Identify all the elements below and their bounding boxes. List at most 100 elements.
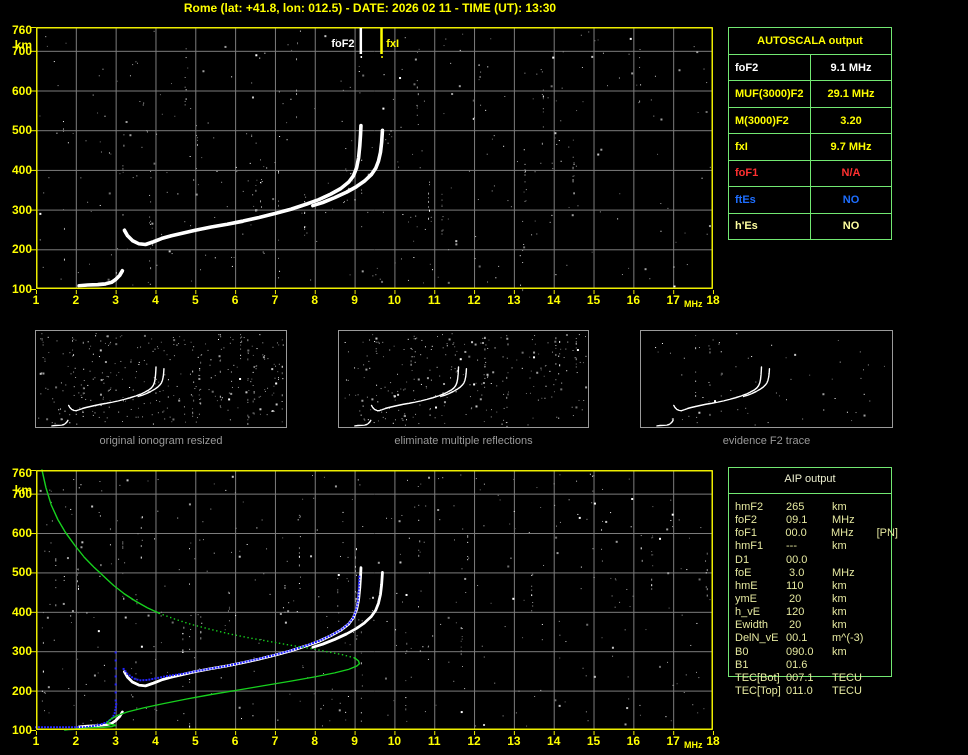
x-tick-label-8: 8 [311, 734, 319, 748]
aip-unit: km [832, 606, 847, 619]
x-tick-label-10: 10 [387, 293, 402, 307]
x-tick-label-12: 12 [467, 293, 481, 307]
aip-label: h_vE [735, 606, 761, 619]
thumbnail-caption: eliminate multiple reflections [394, 435, 533, 447]
aip-value: 20 [786, 592, 802, 605]
aip-extra [868, 606, 878, 619]
autoscala-table-header: AUTOSCALA output [729, 28, 891, 55]
aip-label: DelN_vE [735, 632, 779, 645]
y-tick-label-100: 100 [11, 282, 32, 296]
fxi-marker-label: fxI [386, 38, 400, 50]
aip-value: 20 [786, 619, 802, 632]
x-tick-label-5: 5 [191, 734, 199, 748]
x-tick-label-4: 4 [152, 734, 159, 748]
aip-unit: km [832, 592, 847, 605]
autoscala-row-fxi: fxI 9.7 MHz [729, 134, 891, 161]
x-tick-label-5: 5 [191, 293, 199, 307]
autoscala-row-value: 3.20 [840, 114, 862, 127]
x-tick-label-14: 14 [547, 734, 561, 748]
x-tick-label-14: 14 [547, 293, 561, 307]
aip-unit: km [832, 645, 847, 658]
aip-value: 00.0 [786, 553, 808, 566]
y-tick-label-600: 600 [11, 83, 32, 98]
autoscala-output-table: AUTOSCALA output foF2 9.1 MHz MUF(3000)F2 2… [728, 27, 892, 240]
mhz-axis-label: MHz [684, 740, 703, 750]
autoscala-row-value: 9.7 MHz [830, 140, 872, 153]
aip-label: B0 [735, 645, 749, 658]
y-tick-label-760: 760 [11, 23, 32, 37]
aip-value: 007.1 [786, 671, 814, 684]
x-tick-label-8: 8 [311, 293, 319, 307]
x-tick-label-15: 15 [586, 293, 601, 307]
x-tick-label-16: 16 [626, 293, 641, 307]
autoscala-row-ftes: ftEs NO [729, 187, 891, 214]
x-tick-label-6: 6 [231, 734, 239, 748]
aip-value: 00.1 [786, 632, 808, 645]
aip-unit: km [832, 540, 847, 553]
aip-value: 011.0 [786, 684, 813, 697]
aip-label: ymE [735, 592, 757, 605]
y-tick-label-600: 600 [11, 526, 32, 541]
aip-value: 120 [786, 606, 805, 619]
x-tick-label-13: 13 [507, 293, 521, 307]
aip-value: 3.0 [786, 566, 805, 579]
aip-value: 09.1 [786, 514, 808, 527]
page-title: Rome (lat: +41.8, lon: 012.5) - DATE: 20… [183, 1, 557, 15]
aip-extra [868, 685, 878, 698]
aip-value: 00.0 [785, 527, 807, 540]
y-tick-label-200: 200 [11, 683, 32, 698]
autoscala-row-value: NO [842, 220, 860, 233]
x-tick-label-11: 11 [427, 734, 441, 748]
thumbnail-caption: original ionogram resized [99, 435, 223, 447]
x-tick-label-13: 13 [507, 734, 521, 748]
aip-row-d1: D1 00.0 [728, 554, 898, 567]
aip-row-fof1: foF1 00.0 MHz [PN] [728, 527, 898, 540]
x-tick-label-11: 11 [427, 293, 441, 307]
aip-label: foF1 [735, 527, 758, 540]
aip-unit: TECU [832, 684, 862, 697]
x-tick-label-18: 18 [706, 734, 720, 748]
aip-label: foF2 [735, 514, 758, 527]
aip-unit [818, 554, 868, 567]
aip-header-divider [728, 493, 892, 494]
aip-extra [868, 567, 878, 580]
x-tick-label-17: 17 [666, 293, 680, 307]
autoscala-row-value: NO [842, 193, 860, 206]
aip-unit: m^(-3) [832, 632, 864, 645]
aip-label: TEC[Bot] [735, 671, 780, 684]
x-tick-label-2: 2 [72, 734, 80, 748]
x-tick-label-3: 3 [112, 734, 119, 748]
x-tick-label-9: 9 [351, 293, 358, 307]
aip-label: TEC[Top] [735, 684, 781, 697]
aip-row-b1: B1 01.6 [728, 659, 898, 672]
x-tick-label-7: 7 [271, 734, 279, 748]
aip-row-hmf1: hmF1 --- km [728, 540, 898, 553]
autoscala-row-label: fxI [729, 134, 811, 160]
aip-value: --- [786, 540, 797, 553]
aip-unit: MHz [832, 566, 855, 579]
autoscala-row-label: ftEs [729, 187, 811, 213]
aip-row-delnve: DelN_vE 00.1 m^(-3) [728, 632, 898, 645]
aip-table-header: AIP output [784, 473, 836, 485]
mhz-axis-label: MHz [684, 299, 703, 309]
aip-row-ewidth: Ewidth 20 km [728, 619, 898, 632]
aip-label: foE [735, 566, 752, 579]
aip-extra [868, 554, 878, 567]
aip-row-yme: ymE 20 km [728, 593, 898, 606]
aip-extra [868, 593, 878, 606]
aip-row-hme: hmE 110 km [728, 580, 898, 593]
x-tick-label-9: 9 [351, 734, 358, 748]
x-tick-label-2: 2 [72, 293, 80, 307]
aip-row-hve: h_vE 120 km [728, 606, 898, 619]
x-tick-label-15: 15 [586, 734, 601, 748]
autoscala-row-m3000f2: M(3000)F2 3.20 [729, 107, 891, 135]
aip-extra: [PN] [876, 527, 898, 540]
autoscala-row-hes: h'Es NO [729, 213, 891, 239]
aip-row-hmf2: hmF2 265 km [728, 501, 898, 514]
autoscala-row-label: foF1 [729, 160, 811, 187]
aip-value: 265 [786, 501, 805, 513]
y-tick-label-100: 100 [11, 723, 32, 737]
autoscala-row-value: 9.1 MHz [830, 61, 872, 74]
aip-extra [868, 580, 878, 593]
aip-label: hmE [735, 579, 758, 592]
